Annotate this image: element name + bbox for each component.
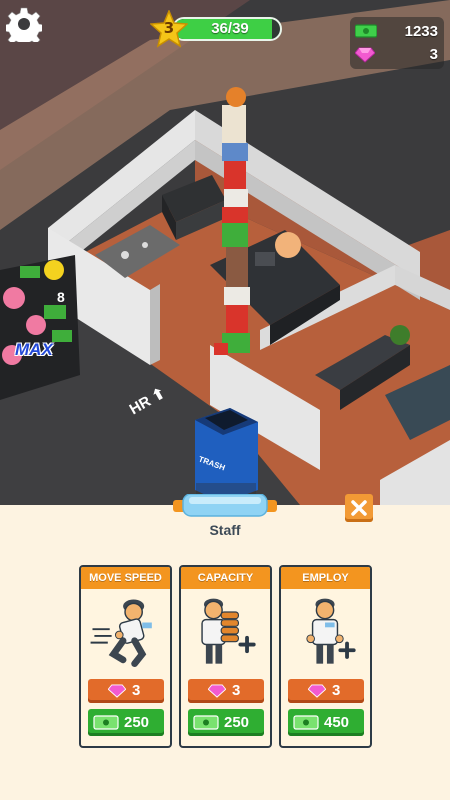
close-button[interactable] <box>345 494 373 522</box>
upgrade-card-capacity: CAPACITY 3 250 <box>179 565 272 748</box>
panel-title: Staff <box>209 522 241 538</box>
gem-cost: 3 <box>132 682 141 699</box>
buy-with-gems-button[interactable]: 3 <box>88 679 164 703</box>
xp-text: 36/39 <box>211 20 249 37</box>
gem-icon <box>208 684 226 698</box>
gem-row: 3 <box>350 44 444 66</box>
card-title: CAPACITY <box>181 567 270 589</box>
cash-cost: 450 <box>324 714 350 731</box>
gear-icon[interactable] <box>6 6 42 42</box>
buy-with-cash-button[interactable]: 450 <box>288 709 364 736</box>
cash-icon <box>355 24 377 38</box>
upgrade-card-employ: EMPLOY 3 450 <box>279 565 372 748</box>
cash-icon <box>93 715 119 730</box>
gem-cost: 3 <box>332 682 341 699</box>
capacity-worker-icon <box>201 598 256 664</box>
buy-with-cash-button[interactable]: 250 <box>88 709 164 736</box>
card-title: MOVE SPEED <box>81 567 170 589</box>
buy-with-gems-button[interactable]: 3 <box>288 679 364 703</box>
cash-cost: 250 <box>124 714 150 731</box>
cash-cost: 250 <box>224 714 250 731</box>
currency-panel: 1233 3 <box>350 17 444 69</box>
employ-worker-icon <box>306 598 356 664</box>
cash-amount: 1233 <box>404 23 438 40</box>
running-worker-icon <box>90 599 152 668</box>
svg-text:8: 8 <box>57 289 65 305</box>
cash-icon <box>193 715 219 730</box>
trash-can[interactable] <box>195 408 258 503</box>
max-label: MAX <box>15 340 53 359</box>
buy-with-gems-button[interactable]: 3 <box>188 679 264 703</box>
buy-with-cash-button[interactable]: 250 <box>188 709 264 736</box>
cash-icon <box>293 715 319 730</box>
panel-handle <box>173 494 277 517</box>
level-number: 3 <box>163 19 175 37</box>
gem-icon <box>308 684 326 698</box>
game-scene[interactable]: 8 MAX HR ⬆ TRASH <box>0 0 450 505</box>
gem-cost: 3 <box>232 682 241 699</box>
gem-icon <box>108 684 126 698</box>
gem-icon <box>355 47 375 63</box>
close-icon <box>351 500 367 516</box>
cash-row: 1233 <box>350 21 444 43</box>
gem-amount: 3 <box>429 46 438 63</box>
card-title: EMPLOY <box>281 567 370 589</box>
upgrade-card-move-speed: MOVE SPEED 3 250 <box>79 565 172 748</box>
